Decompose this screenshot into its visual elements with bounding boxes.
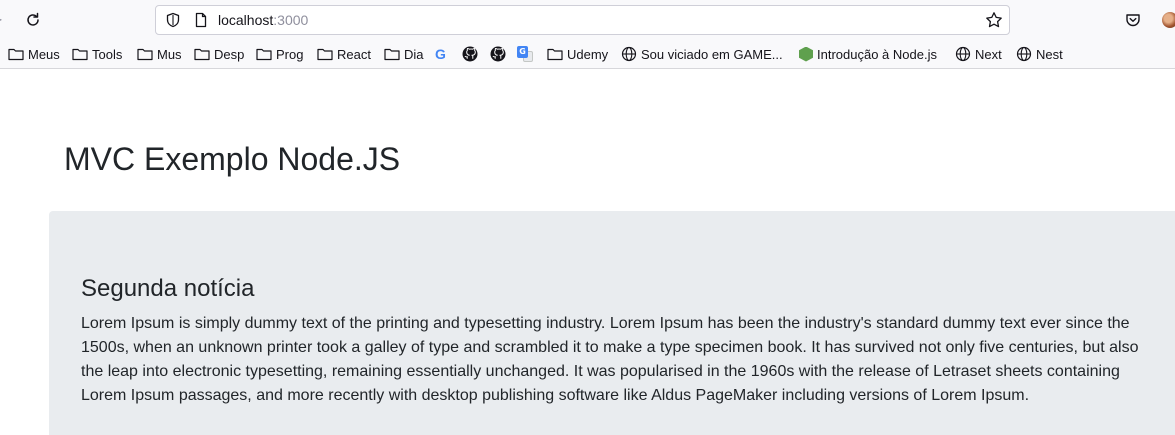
bookmark-folder-desp[interactable]: Desp — [194, 45, 244, 63]
bookmark-star-icon[interactable] — [985, 11, 1003, 29]
bookmark-folder-dia[interactable]: Dia — [384, 45, 424, 63]
address-bar[interactable]: localhost:3000 — [155, 5, 1010, 35]
news-card: Segunda notícia Lorem Ipsum is simply du… — [49, 211, 1175, 435]
bookmark-folder-prog[interactable]: Prog — [256, 45, 303, 63]
browser-toolbar: ▸ localhost:3000 — [0, 0, 1175, 40]
bookmark-folder-tools[interactable]: Tools — [72, 45, 122, 63]
folder-icon — [317, 48, 333, 61]
folder-icon — [384, 48, 400, 61]
bookmark-google-translate[interactable]: G — [517, 45, 533, 63]
page-content: MVC Exemplo Node.JS Segunda notícia Lore… — [0, 69, 1175, 435]
pocket-icon[interactable] — [1125, 12, 1141, 28]
bookmark-next[interactable]: Next — [955, 45, 1002, 63]
folder-icon — [8, 48, 24, 61]
reload-icon — [27, 12, 39, 26]
bookmark-folder-udemy[interactable]: Udemy — [547, 45, 608, 63]
url-port: :3000 — [273, 12, 309, 28]
folder-icon — [547, 48, 563, 61]
bookmarks-toolbar: Meus Tools Mus Desp Prog React Dia G G U… — [0, 40, 1175, 69]
page-info-icon[interactable] — [193, 12, 209, 28]
bookmark-google[interactable]: G — [435, 45, 446, 63]
bookmark-nest[interactable]: Nest — [1016, 45, 1063, 63]
shield-icon[interactable] — [165, 12, 181, 28]
bookmark-folder-mus[interactable]: Mus — [137, 45, 182, 63]
bookmark-label: Dia — [404, 46, 424, 62]
reload-button[interactable] — [20, 7, 46, 33]
page-title: MVC Exemplo Node.JS — [64, 141, 401, 177]
news-title: Segunda notícia — [81, 275, 255, 302]
folder-icon — [137, 48, 153, 61]
bookmark-label: Desp — [214, 46, 245, 62]
bookmark-sou-viciado[interactable]: Sou viciado em GAME... — [621, 45, 783, 63]
bookmark-label: React — [337, 46, 371, 62]
globe-icon — [621, 46, 637, 62]
bookmark-label: Tools — [92, 46, 123, 62]
bookmark-github-2[interactable] — [490, 45, 506, 63]
account-avatar[interactable] — [1162, 12, 1175, 28]
bookmark-label: Introdução à Node.js — [817, 46, 937, 62]
folder-icon — [194, 48, 210, 61]
bookmark-label: Mus — [157, 46, 182, 62]
bookmark-label: Udemy — [567, 46, 609, 62]
news-body: Lorem Ipsum is simply dummy text of the … — [81, 315, 1139, 404]
bookmark-label: Next — [975, 46, 1002, 62]
github-icon — [462, 46, 478, 62]
bookmark-label: Sou viciado em GAME... — [641, 46, 783, 62]
google-translate-icon: G — [517, 46, 533, 62]
nodejs-icon — [799, 46, 813, 62]
bookmark-github-1[interactable] — [462, 45, 478, 63]
url-host: localhost — [218, 12, 274, 28]
globe-icon — [955, 46, 971, 62]
bookmark-label: Nest — [1036, 46, 1063, 62]
bookmark-label: Meus — [28, 46, 60, 62]
bookmark-folder-react[interactable]: React — [317, 45, 371, 63]
forward-icon[interactable]: ▸ — [0, 12, 2, 26]
url-text[interactable]: localhost:3000 — [218, 12, 308, 29]
google-icon: G — [435, 46, 446, 62]
globe-icon — [1016, 46, 1032, 62]
bookmark-intro-nodejs[interactable]: Introdução à Node.js — [799, 45, 937, 63]
folder-icon — [256, 48, 272, 61]
folder-icon — [72, 48, 88, 61]
github-icon — [490, 46, 506, 62]
bookmark-folder-meus[interactable]: Meus — [8, 45, 60, 63]
bookmark-label: Prog — [276, 46, 304, 62]
